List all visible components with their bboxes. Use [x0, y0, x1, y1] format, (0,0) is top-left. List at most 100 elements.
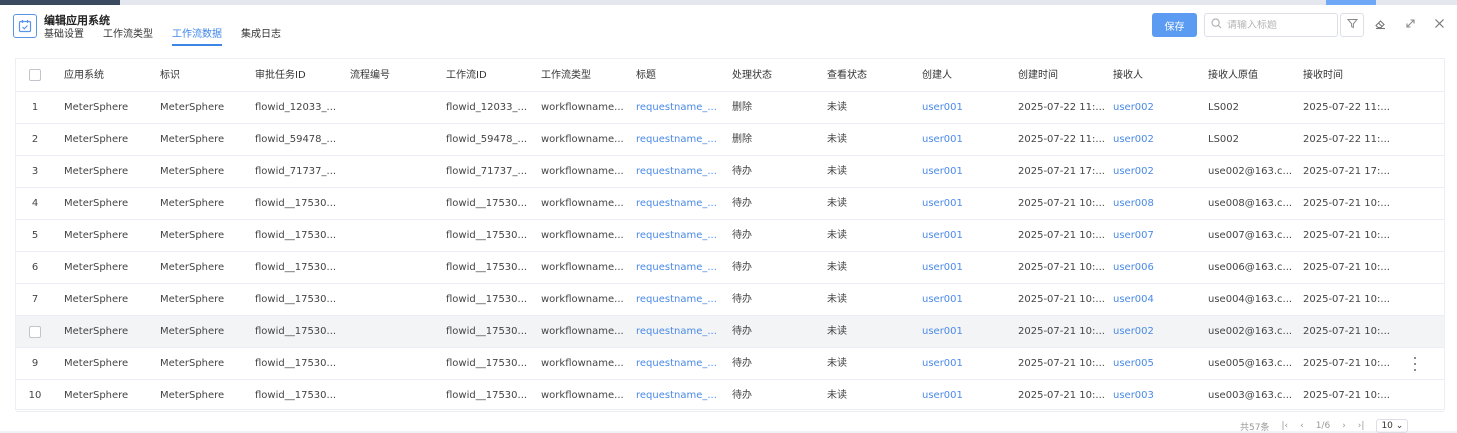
- cell-task-id: flowid__17530...: [255, 262, 337, 273]
- cell-flow-type: workflowname...: [541, 198, 624, 209]
- cell-creator-link[interactable]: user001: [922, 348, 1010, 380]
- cell-flow-no: [350, 220, 438, 252]
- table-row[interactable]: 5 MeterSphere MeterSphere flowid__17530... f…: [16, 220, 1444, 252]
- tab-integration-log[interactable]: 集成日志: [241, 29, 281, 46]
- close-icon: [1434, 18, 1445, 32]
- column-header-status[interactable]: 处理状态: [732, 59, 822, 92]
- row-checkbox[interactable]: [29, 326, 41, 338]
- tab-workflow-type[interactable]: 工作流类型: [103, 29, 153, 46]
- column-header-flow-id[interactable]: 工作流ID: [446, 59, 536, 92]
- column-header-view-status[interactable]: 查看状态: [827, 59, 917, 92]
- cell-received-time: 2025-07-21 10:...: [1303, 390, 1390, 401]
- column-header-task-id[interactable]: 审批任务ID: [255, 59, 345, 92]
- cell-creator-link[interactable]: user001: [922, 316, 1010, 348]
- column-header-flow-type[interactable]: 工作流类型: [541, 59, 631, 92]
- column-header-title[interactable]: 标题: [636, 59, 726, 92]
- cell-receiver-link[interactable]: user006: [1113, 252, 1201, 284]
- column-header-creator[interactable]: 创建人: [922, 59, 1012, 92]
- cell-title-link[interactable]: requestname_...: [636, 284, 724, 316]
- cell-app-system: MeterSphere: [64, 358, 129, 369]
- cell-created-time: 2025-07-21 17:...: [1018, 166, 1105, 177]
- cell-receiver-link[interactable]: user008: [1113, 188, 1201, 220]
- cell-created-time: 2025-07-21 10:...: [1018, 230, 1105, 241]
- table-row[interactable]: MeterSphere MeterSphere flowid__17530... fl…: [16, 316, 1444, 348]
- filter-button[interactable]: [1340, 13, 1364, 37]
- table-row[interactable]: 2 MeterSphere MeterSphere flowid_59478_... f…: [16, 124, 1444, 156]
- cell-receiver-raw: use002@163.c...: [1208, 166, 1293, 177]
- cell-creator-link[interactable]: user001: [922, 188, 1010, 220]
- table-row[interactable]: 1 MeterSphere MeterSphere flowid_12033_... f…: [16, 92, 1444, 124]
- cell-creator-link[interactable]: user001: [922, 380, 1010, 412]
- tab-workflow-data[interactable]: 工作流数据: [172, 29, 222, 46]
- close-button[interactable]: [1431, 17, 1447, 33]
- cell-receiver-link[interactable]: user002: [1113, 156, 1201, 188]
- first-page-icon[interactable]: |‹: [1281, 421, 1288, 431]
- cell-title-link[interactable]: requestname_...: [636, 348, 724, 380]
- cell-title-link[interactable]: requestname_...: [636, 156, 724, 188]
- column-header-code[interactable]: 标识: [160, 59, 250, 92]
- cell-view-status: 未读: [827, 390, 847, 401]
- table-row[interactable]: 4 MeterSphere MeterSphere flowid__17530... f…: [16, 188, 1444, 220]
- column-header-created-time[interactable]: 创建时间: [1018, 59, 1108, 92]
- cell-receiver-link[interactable]: user002: [1113, 316, 1201, 348]
- table-header-row: 应用系统 标识 审批任务ID 流程编号 工作流ID 工作流类型 标题 处理状态 …: [16, 59, 1444, 92]
- column-header-app-system[interactable]: 应用系统: [64, 59, 154, 92]
- cell-app-system: MeterSphere: [64, 166, 129, 177]
- table-row[interactable]: 6 MeterSphere MeterSphere flowid__17530... f…: [16, 252, 1444, 284]
- row-number: 5: [31, 230, 39, 241]
- cell-receiver-link[interactable]: user002: [1113, 124, 1201, 156]
- cell-created-time: 2025-07-21 10:...: [1018, 326, 1105, 337]
- cell-title-link[interactable]: requestname_...: [636, 316, 724, 348]
- last-page-icon[interactable]: ›|: [1358, 421, 1365, 431]
- cell-creator-link[interactable]: user001: [922, 252, 1010, 284]
- cell-title-link[interactable]: requestname_...: [636, 92, 724, 124]
- cell-receiver-link[interactable]: user003: [1113, 380, 1201, 412]
- cell-receiver-link[interactable]: user005: [1113, 348, 1201, 380]
- cell-creator-link[interactable]: user001: [922, 284, 1010, 316]
- cell-title-link[interactable]: requestname_...: [636, 252, 724, 284]
- more-actions-icon[interactable]: [1411, 357, 1419, 371]
- expand-button[interactable]: [1402, 17, 1418, 33]
- cell-title-link[interactable]: requestname_...: [636, 124, 724, 156]
- cell-view-status: 未读: [827, 102, 847, 113]
- table-row[interactable]: 7 MeterSphere MeterSphere flowid__17530... f…: [16, 284, 1444, 316]
- cell-task-id: flowid_71737_...: [255, 166, 337, 177]
- cell-receiver-link[interactable]: user004: [1113, 284, 1201, 316]
- save-button[interactable]: 保存: [1152, 13, 1197, 37]
- cell-app-system: MeterSphere: [64, 134, 129, 145]
- cell-flow-no: [350, 380, 438, 412]
- prev-page-icon[interactable]: ‹: [1300, 421, 1304, 431]
- column-header-receiver[interactable]: 接收人: [1113, 59, 1203, 92]
- column-header-received-time[interactable]: 接收时间: [1303, 59, 1393, 92]
- cell-creator-link[interactable]: user001: [922, 156, 1010, 188]
- cell-received-time: 2025-07-22 11:...: [1303, 102, 1390, 113]
- cell-receiver-link[interactable]: user002: [1113, 92, 1201, 124]
- cell-task-id: flowid__17530...: [255, 230, 337, 241]
- cell-creator-link[interactable]: user001: [922, 92, 1010, 124]
- next-page-icon[interactable]: ›: [1342, 421, 1346, 431]
- cell-flow-type: workflowname...: [541, 166, 624, 177]
- cell-title-link[interactable]: requestname_...: [636, 380, 724, 412]
- cell-received-time: 2025-07-21 10:...: [1303, 358, 1390, 369]
- table-row[interactable]: 10 MeterSphere MeterSphere flowid__17530...…: [16, 380, 1444, 412]
- cell-app-system: MeterSphere: [64, 390, 129, 401]
- cell-creator-link[interactable]: user001: [922, 220, 1010, 252]
- tab-basic-settings[interactable]: 基础设置: [44, 29, 84, 46]
- cell-receiver-raw: use008@163.c...: [1208, 198, 1293, 209]
- clear-filter-button[interactable]: [1372, 17, 1388, 33]
- cell-created-time: 2025-07-21 10:...: [1018, 294, 1105, 305]
- table-row[interactable]: 3 MeterSphere MeterSphere flowid_71737_... f…: [16, 156, 1444, 188]
- search-input[interactable]: [1227, 19, 1327, 31]
- cell-title-link[interactable]: requestname_...: [636, 220, 724, 252]
- column-header-receiver-raw[interactable]: 接收人原值: [1208, 59, 1298, 92]
- cell-receiver-link[interactable]: user007: [1113, 220, 1201, 252]
- calendar-icon: [13, 14, 37, 38]
- cell-title-link[interactable]: requestname_...: [636, 188, 724, 220]
- cell-receiver-raw: LS002: [1208, 102, 1240, 113]
- select-all-checkbox[interactable]: [29, 69, 41, 81]
- column-header-flow-no[interactable]: 流程编号: [350, 59, 440, 92]
- row-number: 2: [31, 134, 39, 145]
- table-row[interactable]: 9 MeterSphere MeterSphere flowid__17530... f…: [16, 348, 1444, 380]
- cell-creator-link[interactable]: user001: [922, 124, 1010, 156]
- cell-flow-no: [350, 124, 438, 156]
